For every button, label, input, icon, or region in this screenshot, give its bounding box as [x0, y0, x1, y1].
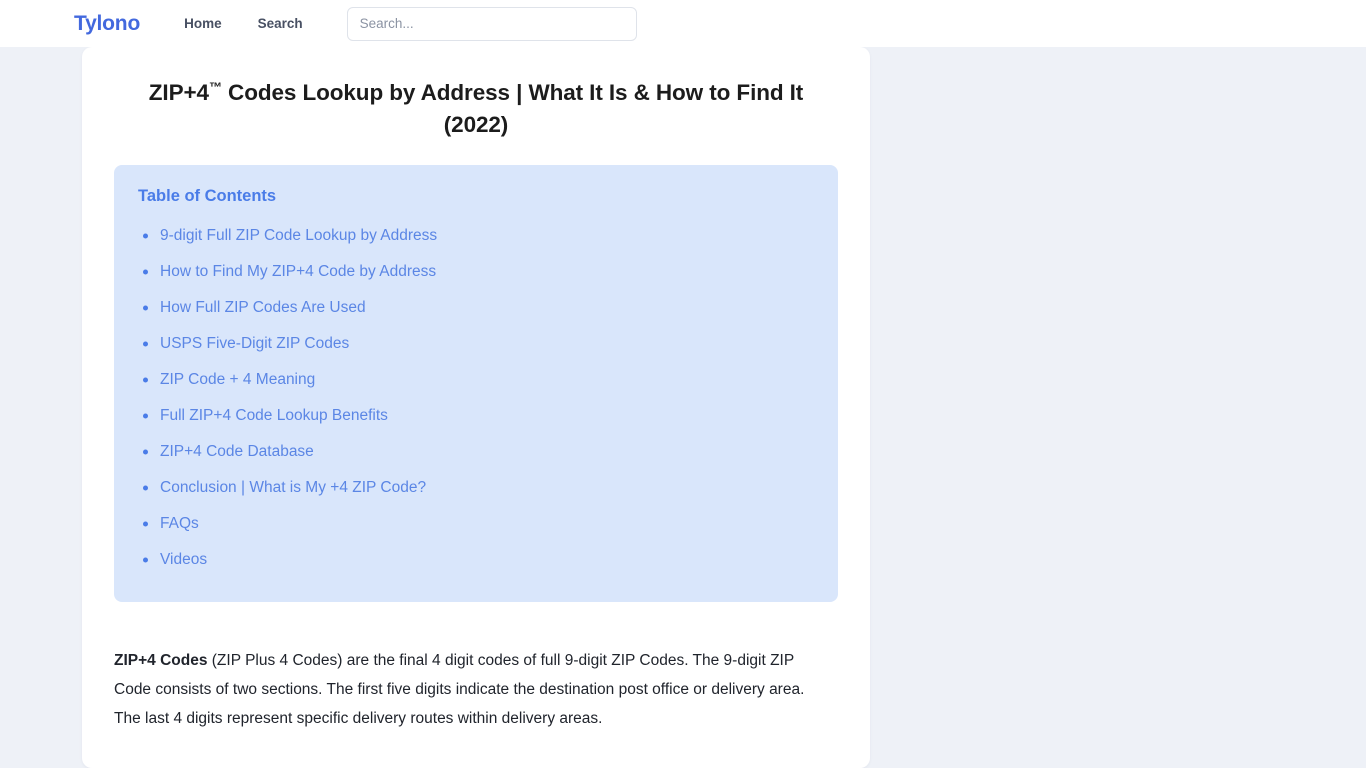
brand-logo[interactable]: Tylono: [74, 13, 140, 34]
toc-heading: Table of Contents: [138, 186, 277, 205]
toc-link[interactable]: USPS Five-Digit ZIP Codes: [160, 334, 349, 354]
table-of-contents: Table of Contents 9-digit Full ZIP Code …: [114, 164, 838, 602]
search-input[interactable]: [346, 6, 637, 41]
toc-item[interactable]: Full ZIP+4 Code Lookup Benefits: [138, 398, 814, 434]
toc-link[interactable]: Full ZIP+4 Code Lookup Benefits: [160, 406, 388, 426]
nav-link-search[interactable]: Search: [258, 16, 303, 31]
toc-link[interactable]: How Full ZIP Codes Are Used: [160, 298, 366, 318]
toc-item[interactable]: Videos: [138, 542, 814, 578]
toc-link[interactable]: Videos: [160, 550, 207, 570]
toc-link[interactable]: ZIP+4 Code Database: [160, 442, 314, 462]
intro-paragraph-rest: (ZIP Plus 4 Codes) are the final 4 digit…: [114, 651, 805, 727]
toc-link[interactable]: Conclusion | What is My +4 ZIP Code?: [160, 478, 426, 498]
intro-paragraph: ZIP+4 Codes (ZIP Plus 4 Codes) are the f…: [114, 647, 832, 734]
nav-link-home[interactable]: Home: [184, 16, 222, 31]
page-title: ZIP+4™ Codes Lookup by Address | What It…: [114, 77, 838, 141]
intro-paragraph-lead: ZIP+4 Codes: [114, 651, 208, 669]
toc-link[interactable]: 9-digit Full ZIP Code Lookup by Address: [160, 226, 437, 246]
page-title-post: Codes Lookup by Address | What It Is & H…: [221, 80, 804, 137]
toc-link[interactable]: ZIP Code + 4 Meaning: [160, 370, 315, 390]
site-header: Tylono Home Search: [0, 0, 1366, 47]
toc-item[interactable]: USPS Five-Digit ZIP Codes: [138, 326, 814, 362]
toc-link[interactable]: How to Find My ZIP+4 Code by Address: [160, 262, 436, 282]
page-body: ZIP+4™ Codes Lookup by Address | What It…: [0, 47, 1366, 768]
toc-list: 9-digit Full ZIP Code Lookup by Address …: [138, 218, 814, 578]
trademark-symbol: ™: [208, 79, 222, 95]
toc-item[interactable]: ZIP+4 Code Database: [138, 434, 814, 470]
toc-item[interactable]: FAQs: [138, 506, 814, 542]
page-title-pre: ZIP+4: [148, 80, 209, 105]
toc-item[interactable]: How to Find My ZIP+4 Code by Address: [138, 254, 814, 290]
toc-item[interactable]: Conclusion | What is My +4 ZIP Code?: [138, 470, 814, 506]
main-navigation: Home Search: [184, 16, 303, 31]
toc-item[interactable]: 9-digit Full ZIP Code Lookup by Address: [138, 218, 814, 254]
toc-link[interactable]: FAQs: [160, 514, 199, 534]
toc-item[interactable]: ZIP Code + 4 Meaning: [138, 362, 814, 398]
search-container: [346, 6, 637, 41]
toc-item[interactable]: How Full ZIP Codes Are Used: [138, 290, 814, 326]
article-card: ZIP+4™ Codes Lookup by Address | What It…: [82, 47, 870, 768]
